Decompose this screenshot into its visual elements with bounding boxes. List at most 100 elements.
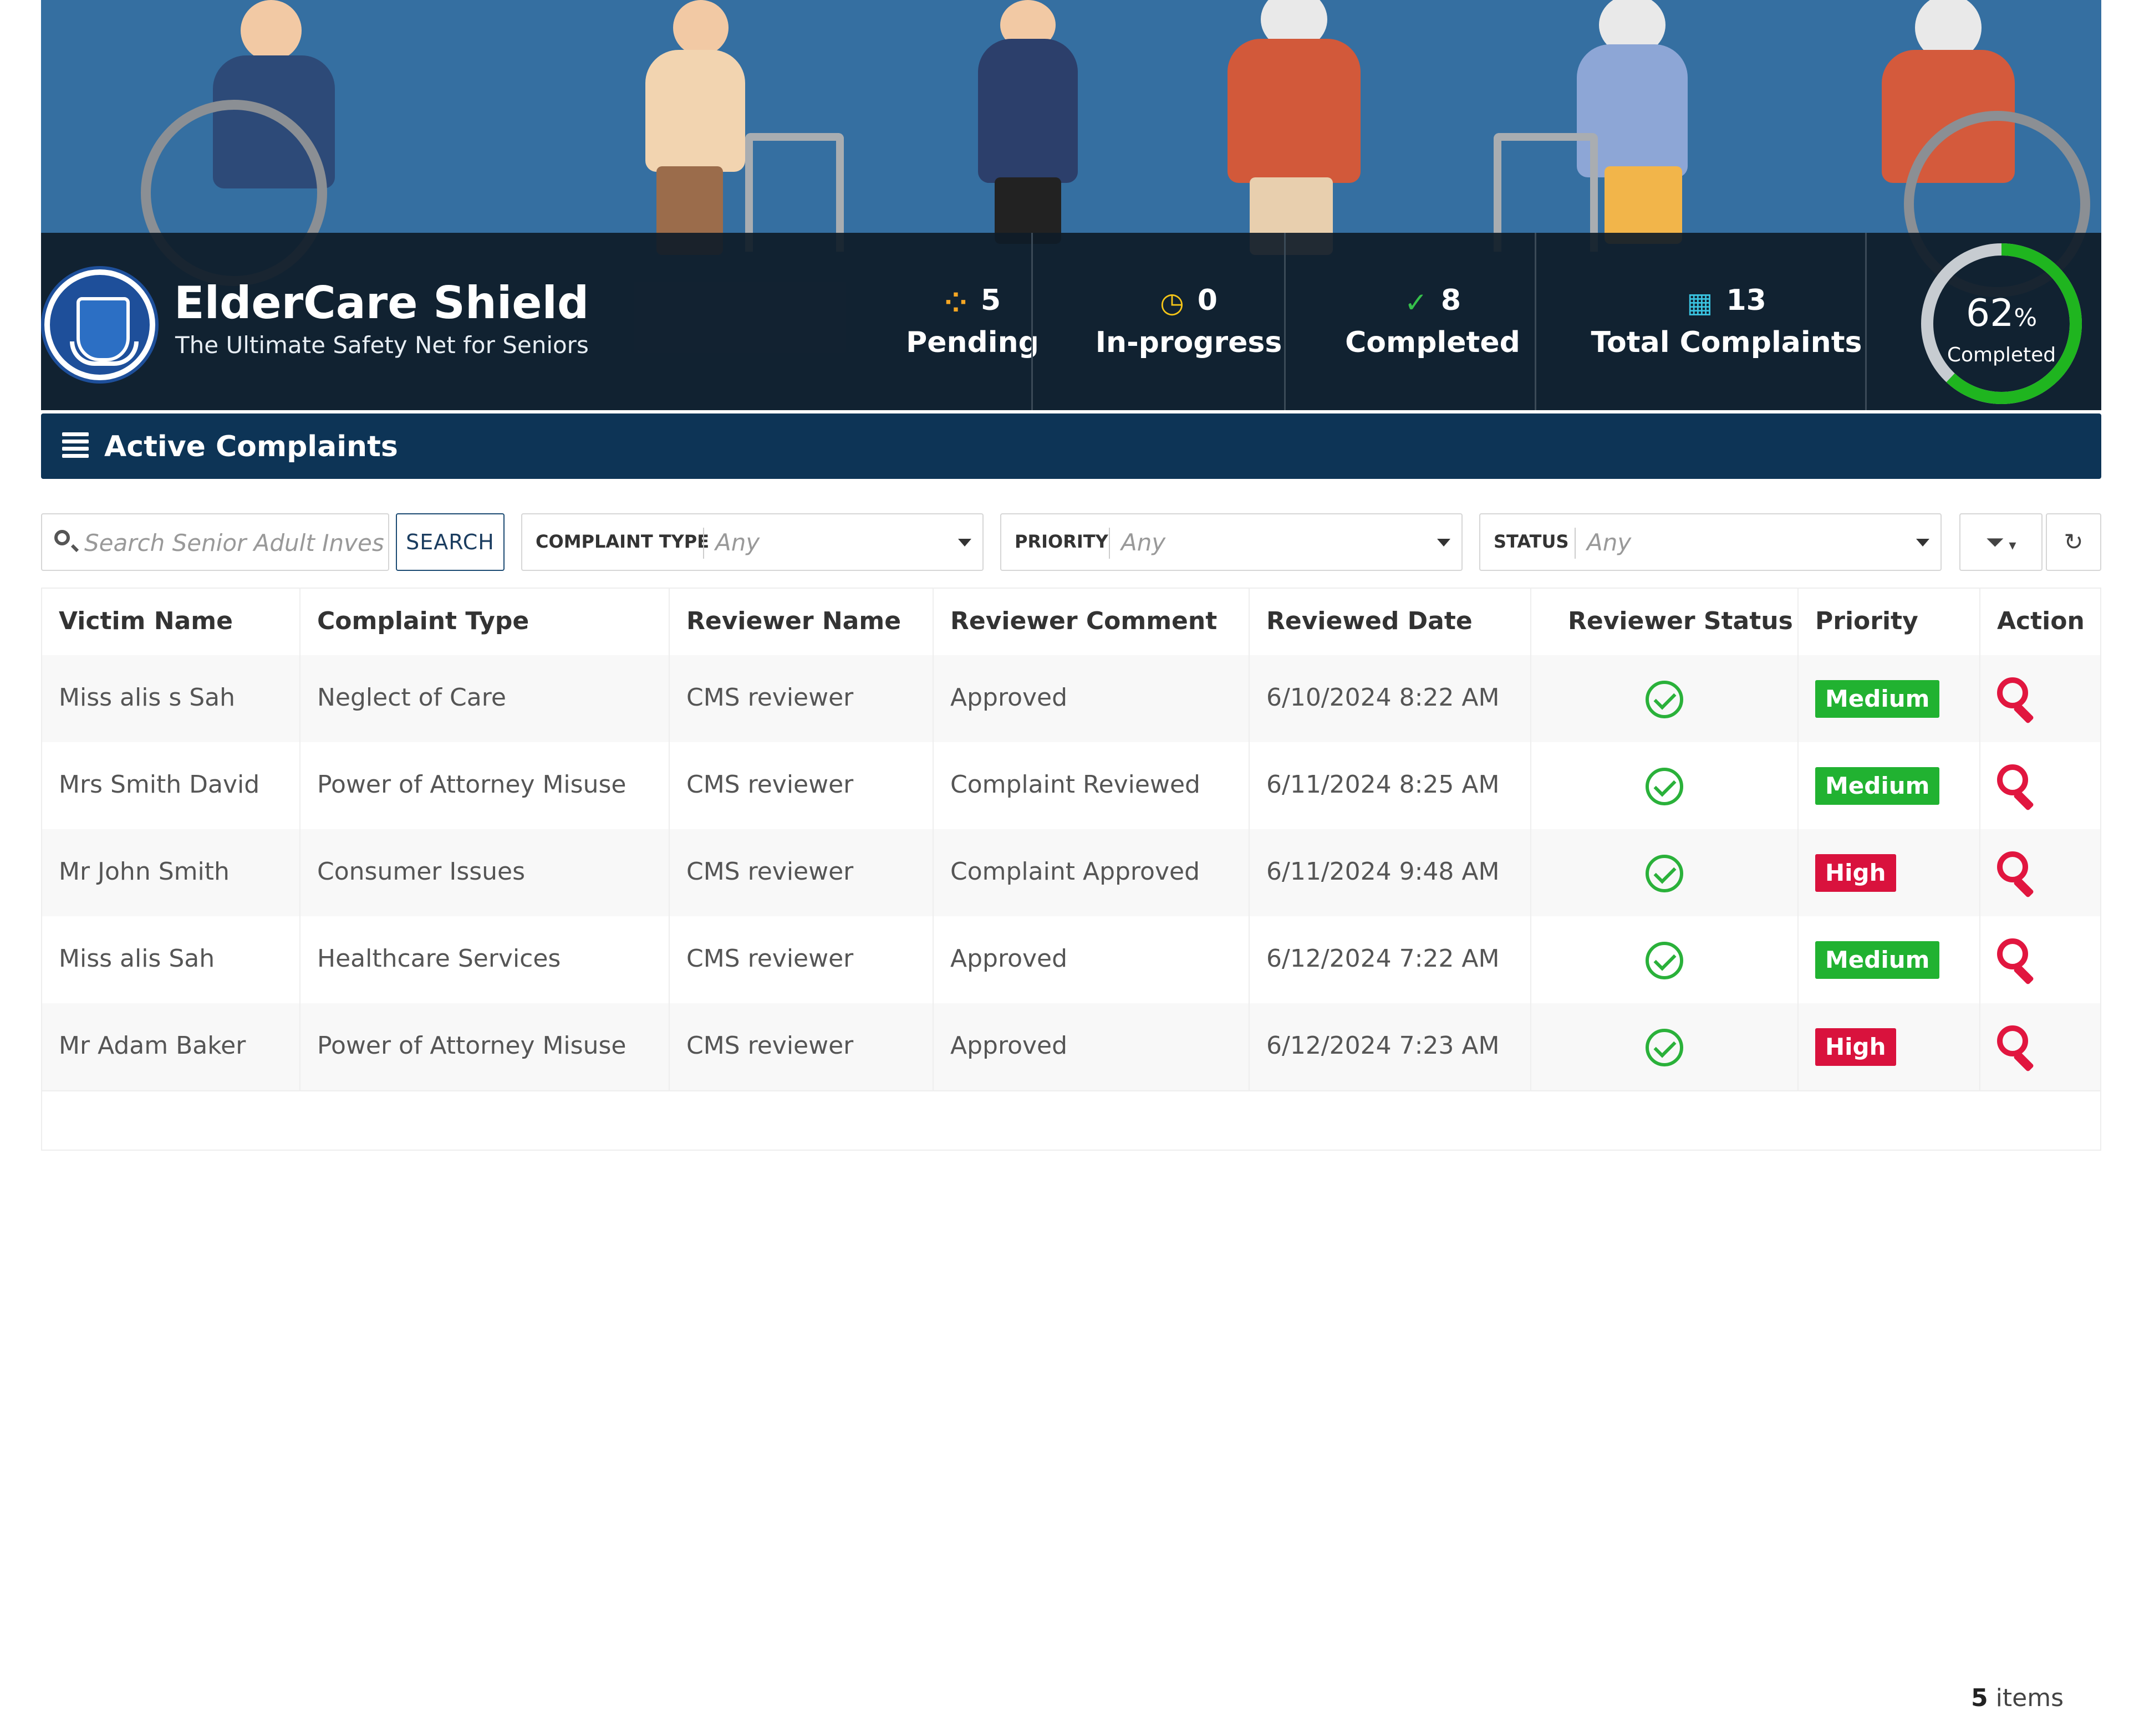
priority-cell: Medium: [1799, 655, 1980, 742]
senior-walker-woman-illustration: [1494, 0, 1726, 252]
victim-name-cell: Mr Adam Baker: [42, 1003, 300, 1090]
completion-progress-ring: 62% Completed: [1919, 242, 2084, 406]
search-input[interactable]: [83, 524, 385, 561]
status-dropdown[interactable]: STATUS Any: [1479, 513, 1942, 571]
check-circle-icon: [1646, 768, 1683, 805]
priority-cell: High: [1799, 1003, 1980, 1090]
chevron-down-icon: ▾: [2004, 537, 2016, 554]
refresh-icon: ↻: [2064, 528, 2084, 555]
action-cell: [1980, 1003, 2100, 1090]
filter-toolbar: SEARCH COMPLAINT TYPE Any PRIORITY Any S…: [41, 513, 2101, 571]
victim-name-cell: Mr John Smith: [42, 829, 300, 916]
complaint-type-cell: Neglect of Care: [300, 655, 670, 742]
search-button[interactable]: SEARCH: [396, 513, 505, 571]
column-header-reviewer-comment[interactable]: Reviewer Comment: [934, 589, 1250, 655]
banner-illustration: [41, 0, 2101, 297]
chevron-down-icon: [1437, 539, 1450, 547]
senior-wheelchair-woman-illustration: [1826, 0, 2090, 297]
table-header-row: Victim Name Complaint Type Reviewer Name…: [42, 589, 2100, 656]
table-row: Mr John Smith Consumer Issues CMS reviewer…: [42, 829, 2100, 917]
app-title: ElderCare Shield: [174, 277, 589, 329]
complaint-type-cell: Power of Attorney Misuse: [300, 1003, 670, 1090]
table-row: Miss alis s Sah Neglect of Care CMS review…: [42, 655, 2100, 743]
table-row: Mrs Smith David Power of Attorney Misuse C…: [42, 742, 2100, 830]
action-cell: [1980, 829, 2100, 916]
column-header-reviewed-date[interactable]: Reviewed Date: [1250, 589, 1531, 655]
spinner-icon: ⁘: [944, 287, 967, 319]
table-footer: 5 items: [42, 1658, 2100, 1736]
menu-icon[interactable]: [62, 432, 89, 458]
victim-name-cell: Mrs Smith David: [42, 742, 300, 829]
column-header-reviewer-name[interactable]: Reviewer Name: [670, 589, 934, 655]
view-details-search-icon[interactable]: [1997, 677, 2036, 724]
chevron-down-icon: [1916, 539, 1929, 547]
reviewer-comment-cell: Approved: [934, 916, 1250, 1003]
stats-bar: ElderCare Shield The Ultimate Safety Net…: [41, 233, 2101, 410]
table-row: Miss alis Sah Healthcare Services CMS revi…: [42, 916, 2100, 1004]
view-details-search-icon[interactable]: [1997, 1025, 2036, 1073]
column-header-priority[interactable]: Priority: [1799, 589, 1980, 655]
priority-dropdown[interactable]: PRIORITY Any: [1000, 513, 1463, 571]
reviewer-status-cell: [1531, 829, 1799, 916]
reviewer-comment-cell: Complaint Reviewed: [934, 742, 1250, 829]
priority-cell: Medium: [1799, 916, 1980, 1003]
filter-icon: ⏷: [1985, 528, 2005, 555]
priority-badge: Medium: [1815, 941, 1940, 979]
reviewer-name-cell: CMS reviewer: [670, 655, 934, 742]
view-details-search-icon[interactable]: [1997, 851, 2036, 898]
complaint-type-cell: Consumer Issues: [300, 829, 670, 916]
reviewed-date-cell: 6/11/2024 9:48 AM: [1250, 829, 1531, 916]
view-details-search-icon[interactable]: [1997, 764, 2036, 811]
search-icon: [54, 530, 70, 545]
priority-badge: High: [1815, 854, 1896, 892]
column-header-action: Action: [1997, 607, 2085, 635]
victim-name-cell: Miss alis s Sah: [42, 655, 300, 742]
senior-cane-illustration: [961, 0, 1094, 244]
clock-icon: ◷: [1160, 287, 1184, 319]
stat-completed: ✓ 8 Completed: [1345, 284, 1520, 359]
stat-total: ▦ 13 Total Complaints: [1591, 284, 1862, 359]
action-cell: [1980, 916, 2100, 1003]
check-circle-icon: ✓: [1404, 287, 1428, 319]
view-details-search-icon[interactable]: [1997, 938, 2036, 986]
complaint-type-dropdown[interactable]: COMPLAINT TYPE Any: [521, 513, 984, 571]
table-row: Mr Adam Baker Power of Attorney Misuse CMS…: [42, 1003, 2100, 1091]
senior-woman-illustration: [1211, 0, 1377, 255]
priority-badge: High: [1815, 1028, 1896, 1066]
check-circle-icon: [1646, 1029, 1683, 1066]
priority-cell: High: [1799, 829, 1980, 916]
check-circle-icon: [1646, 855, 1683, 892]
senior-walker-illustration: [607, 0, 862, 255]
app-subtitle: The Ultimate Safety Net for Seniors: [175, 331, 589, 359]
complaints-table: Victim Name Complaint Type Reviewer Name…: [41, 588, 2101, 1712]
column-header-reviewer-status[interactable]: Reviewer Status: [1531, 589, 1799, 655]
check-circle-icon: [1646, 681, 1683, 718]
column-header-victim-name[interactable]: Victim Name: [42, 589, 300, 655]
reviewer-status-cell: [1531, 655, 1799, 742]
refresh-button[interactable]: ↻: [2046, 513, 2101, 571]
section-title: Active Complaints: [104, 430, 398, 463]
hero-banner: ElderCare Shield The Ultimate Safety Net…: [41, 0, 2101, 410]
priority-badge: Medium: [1815, 767, 1940, 805]
reviewed-date-cell: 6/11/2024 8:25 AM: [1250, 742, 1531, 829]
reviewer-name-cell: CMS reviewer: [670, 742, 934, 829]
filter-button[interactable]: ⏷ ▾: [1959, 513, 2043, 571]
priority-cell: Medium: [1799, 742, 1980, 829]
completion-percent: 62%: [1965, 292, 2038, 335]
reviewer-status-cell: [1531, 916, 1799, 1003]
reviewer-name-cell: CMS reviewer: [670, 1003, 934, 1090]
calendar-icon: ▦: [1687, 287, 1713, 319]
reviewer-status-cell: [1531, 1003, 1799, 1090]
reviewed-date-cell: 6/12/2024 7:22 AM: [1250, 916, 1531, 1003]
stat-in-progress: ◷ 0 In-progress: [1095, 284, 1282, 359]
column-header-complaint-type[interactable]: Complaint Type: [300, 589, 670, 655]
action-cell: [1980, 742, 2100, 829]
reviewer-name-cell: CMS reviewer: [670, 916, 934, 1003]
search-box: [41, 513, 389, 571]
stat-pending: ⁘ 5 Pending: [906, 284, 1039, 359]
senior-wheelchair-illustration: [141, 0, 385, 286]
reviewer-comment-cell: Approved: [934, 655, 1250, 742]
priority-badge: Medium: [1815, 680, 1940, 718]
reviewer-status-cell: [1531, 742, 1799, 829]
item-count: 5 items: [1971, 1684, 2064, 1712]
